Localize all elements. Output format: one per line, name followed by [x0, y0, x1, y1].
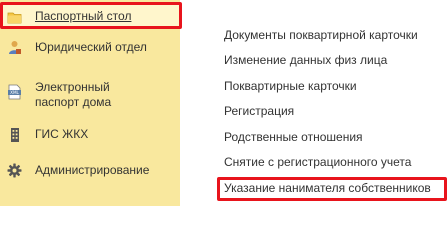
svg-text:XML: XML	[10, 90, 19, 95]
sidebar-item-electronic-house-passport[interactable]: XML Электронный паспорт дома	[0, 78, 180, 112]
person-icon	[7, 40, 22, 55]
menu-item-person-data-change[interactable]: Изменение данных физ лица	[224, 53, 387, 68]
menu-item-registration[interactable]: Регистрация	[224, 104, 294, 119]
sidebar-item-passport-office[interactable]: Паспортный стол	[0, 4, 180, 28]
sidebar-item-label: ГИС ЖКХ	[35, 127, 89, 141]
menu-item-tenant-owners[interactable]: Указание нанимателя собственников	[224, 181, 431, 196]
sidebar-item-gis-zhkh[interactable]: ГИС ЖКХ	[0, 124, 180, 144]
sidebar-item-legal-department[interactable]: Юридический отдел	[0, 37, 180, 57]
xml-document-icon: XML	[7, 84, 22, 99]
menu-item-kinship[interactable]: Родственные отношения	[224, 130, 363, 145]
sidebar-item-label: Паспортный стол	[35, 9, 132, 23]
sidebar-item-label: Электронный паспорт дома	[35, 80, 112, 109]
gear-icon	[7, 163, 22, 178]
sections-sidebar: Паспортный стол Юридический отдел XML Эл…	[0, 0, 180, 206]
menu-item-deregistration[interactable]: Снятие с регистрационного учета	[224, 155, 411, 170]
menu-item-apartment-card-documents[interactable]: Документы поквартирной карточки	[224, 28, 418, 43]
sidebar-item-administration[interactable]: Администрирование	[0, 160, 180, 180]
menu-item-apartment-cards[interactable]: Поквартирные карточки	[224, 79, 357, 94]
building-icon	[7, 127, 22, 142]
folder-icon	[7, 9, 22, 24]
sidebar-item-label: Администрирование	[35, 163, 150, 177]
sidebar-item-label: Юридический отдел	[35, 40, 147, 54]
